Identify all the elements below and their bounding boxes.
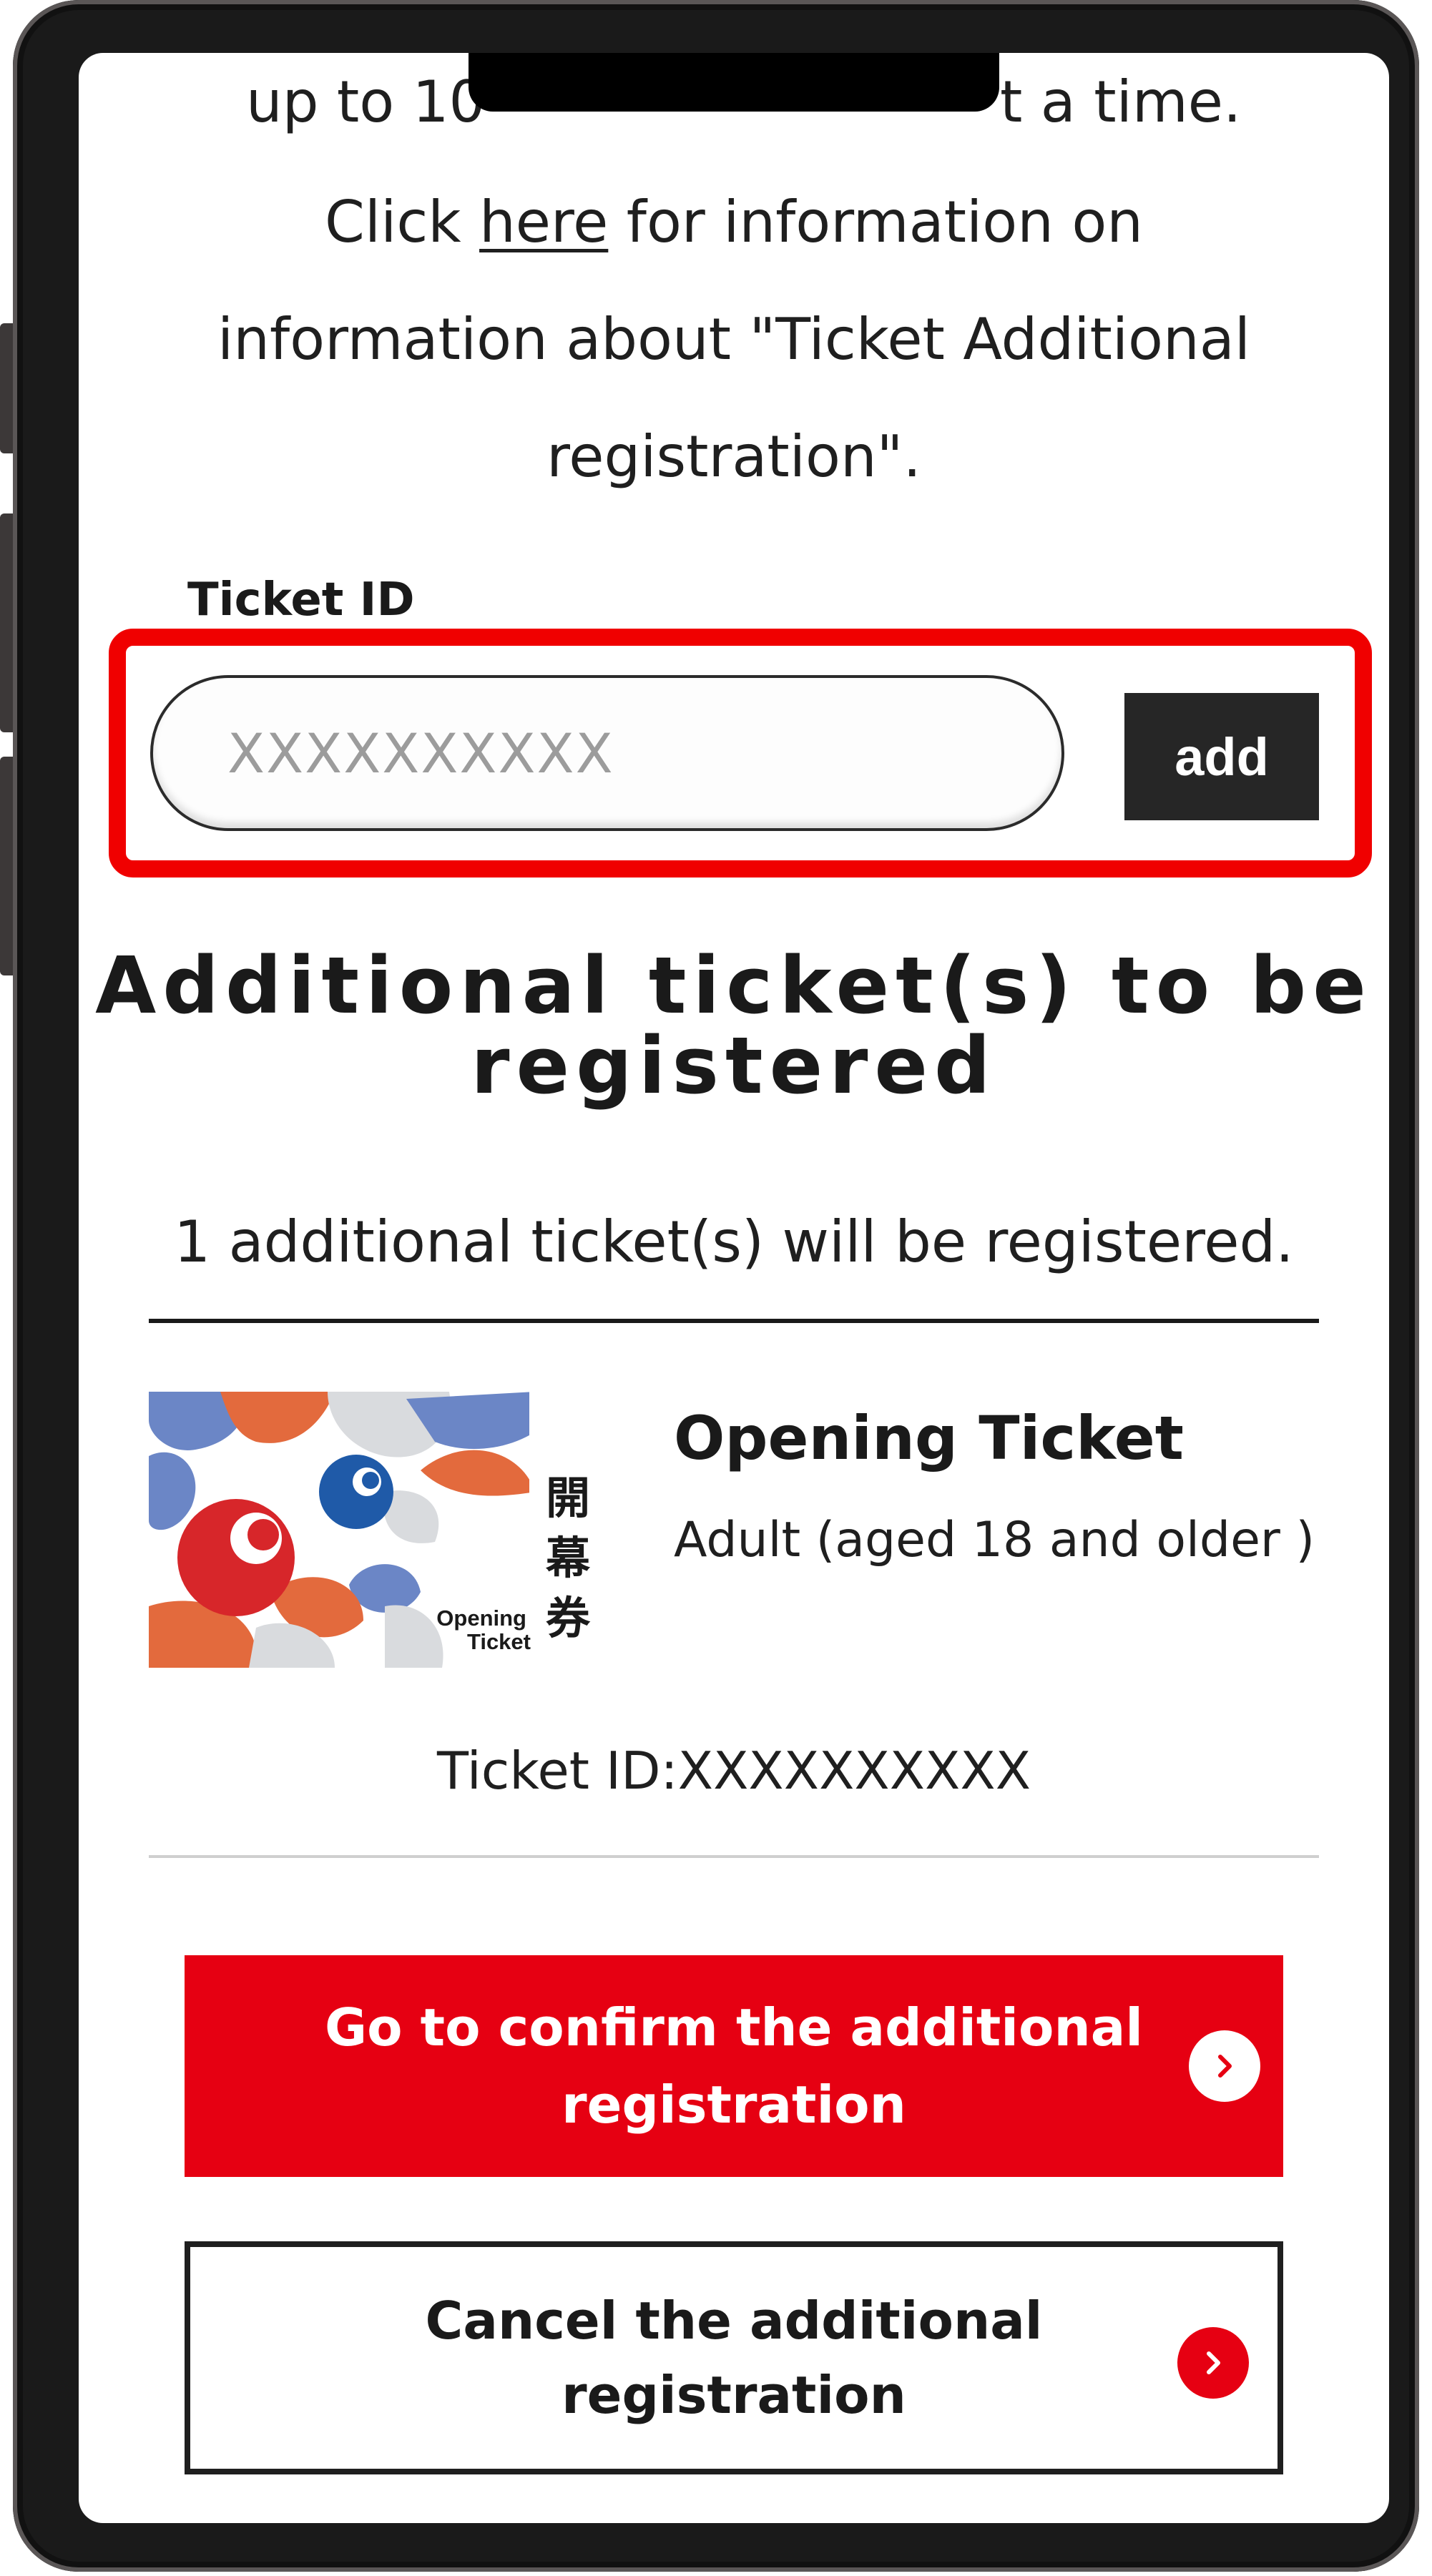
heading-line-1: Additional ticket(s) to be: [95, 940, 1373, 1031]
ticket-type: Adult (aged 18 and older ): [674, 1512, 1315, 1568]
phone-screen: up to 10 t a time. Click here for inform…: [79, 53, 1389, 2523]
chevron-right-circle-icon: [1177, 2327, 1249, 2399]
add-button[interactable]: add: [1124, 693, 1319, 820]
confirm-label-line-2: registration: [561, 2075, 906, 2135]
ticket-image-label-jp-1: 開: [546, 1472, 590, 1524]
confirm-button-label: Go to confirm the additional registratio…: [305, 1989, 1163, 2143]
ticket-image-label-en-2: Ticket: [467, 1629, 531, 1654]
ticket-artwork: Opening Ticket 開 幕 券: [149, 1392, 611, 1668]
ticket-name: Opening Ticket: [674, 1403, 1184, 1473]
ticket-id-label: Ticket ID: [187, 574, 415, 626]
confirm-label-line-1: Go to confirm the additional: [325, 1997, 1143, 2058]
divider-top: [149, 1319, 1319, 1323]
redaction-bar: [469, 53, 999, 112]
additional-tickets-heading: Additional ticket(s) to be registered: [79, 945, 1389, 1106]
ticket-id-text: Ticket ID:XXXXXXXXXX: [436, 1741, 1031, 1801]
intro-line-1-end: t a time.: [1000, 69, 1242, 135]
ticket-count-text: 1 additional ticket(s) will be registere…: [174, 1209, 1294, 1275]
phone-frame: up to 10 t a time. Click here for inform…: [13, 0, 1419, 2572]
chevron-right-circle-icon: [1189, 2030, 1260, 2102]
intro-line-1-start: up to 10: [246, 69, 486, 135]
cancel-label-line-1: Cancel the additional: [425, 2291, 1043, 2351]
confirm-registration-button[interactable]: Go to confirm the additional registratio…: [185, 1955, 1283, 2177]
intro-line-2-prefix: Click: [325, 189, 480, 255]
heading-line-2: registered: [471, 1020, 997, 1111]
intro-line-2: Click here for information on: [79, 189, 1389, 255]
intro-line-2-suffix: for information on: [608, 189, 1143, 255]
ticket-image-label-jp-3: 券: [546, 1592, 591, 1644]
ticket-image-label-jp-2: 幕: [545, 1532, 591, 1584]
divider-bottom: [149, 1855, 1319, 1858]
cancel-button-label: Cancel the additional registration: [305, 2284, 1163, 2432]
opening-ticket-image: Opening Ticket 開 幕 券: [149, 1392, 611, 1668]
intro-line-4: registration".: [546, 423, 921, 490]
cancel-label-line-2: registration: [561, 2365, 906, 2425]
ticket-id-input[interactable]: [150, 675, 1064, 831]
ticket-image-label-en-1: Opening: [436, 1606, 526, 1631]
here-link[interactable]: here: [479, 189, 608, 255]
intro-line-3: information about "Ticket Additional: [217, 306, 1250, 373]
cancel-registration-button[interactable]: Cancel the additional registration: [185, 2241, 1283, 2474]
